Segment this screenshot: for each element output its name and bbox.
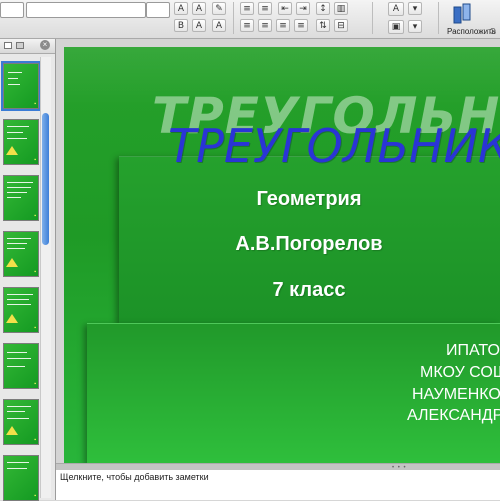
text-direction-icon[interactable]: ⇅ <box>316 19 330 32</box>
increase-indent-icon[interactable]: ⇥ <box>296 2 310 15</box>
slide-editing-area: Геометрия А.В.Погорелов 7 класс ИПАТОВС … <box>56 39 500 463</box>
credit-line-3[interactable]: НАУМЕНКО Н <box>412 386 500 404</box>
thumbnail-triangle-icon <box>6 314 18 323</box>
bold-icon[interactable]: B <box>174 19 188 32</box>
slide-thumbnail[interactable]: ▪ <box>3 287 39 333</box>
text-box-icon[interactable]: A <box>388 2 404 16</box>
bullets-icon[interactable]: ≡ <box>240 2 254 15</box>
align-center-icon[interactable]: ≡ <box>258 19 272 32</box>
decrease-indent-icon[interactable]: ⇤ <box>278 2 292 15</box>
grade-text[interactable]: 7 класс <box>119 279 499 302</box>
highlight-icon[interactable]: A <box>212 19 226 32</box>
slide-thumbnail[interactable]: ▪ <box>3 399 39 445</box>
decrease-font-icon[interactable]: A <box>192 2 206 15</box>
clear-format-icon[interactable]: ✎ <box>212 2 226 15</box>
slide-thumbnail[interactable]: ▪ <box>3 175 39 221</box>
align-right-icon[interactable]: ≡ <box>276 19 290 32</box>
pane-tabs: × <box>0 39 55 54</box>
credit-line-2[interactable]: МКОУ СОШ № <box>420 364 500 382</box>
numbering-icon[interactable]: ≡ <box>258 2 272 15</box>
columns-icon[interactable]: ▥ <box>334 2 348 15</box>
subject-text[interactable]: Геометрия <box>119 188 499 211</box>
author-text[interactable]: А.В.Погорелов <box>119 233 499 256</box>
current-slide[interactable]: Геометрия А.В.Погорелов 7 класс ИПАТОВС … <box>64 47 500 463</box>
ribbon-more-label[interactable]: Э <box>490 27 496 36</box>
justify-icon[interactable]: ≡ <box>294 19 308 32</box>
slide-thumbnail[interactable]: ▪ <box>3 343 39 389</box>
font-size-field[interactable] <box>146 2 170 18</box>
text-color-icon[interactable]: A <box>192 19 206 32</box>
align-left-icon[interactable]: ≡ <box>240 19 254 32</box>
scroll-thumb[interactable] <box>42 113 49 245</box>
subtitle-panel: Геометрия А.В.Погорелов 7 класс <box>119 156 500 324</box>
slide-thumbnail[interactable]: ▪ <box>1 61 41 111</box>
slide-thumbnail[interactable]: ▪ <box>3 455 39 501</box>
align-text-icon[interactable]: ⊟ <box>334 19 348 32</box>
shapes-dropdown-icon[interactable]: ▾ <box>408 20 422 33</box>
thumbnail-triangle-icon <box>6 258 18 267</box>
arrange-icon[interactable] <box>452 3 472 25</box>
slides-tab-icon[interactable] <box>4 42 12 49</box>
slide-thumbnail[interactable]: ▪ <box>3 119 39 165</box>
credit-line-1[interactable]: ИПАТОВС <box>446 342 500 360</box>
font-name-field[interactable] <box>26 2 146 18</box>
arrange-button-label[interactable]: Расположить <box>447 27 496 36</box>
outline-tab-icon[interactable] <box>16 42 24 49</box>
close-icon[interactable]: × <box>40 40 50 50</box>
line-spacing-icon[interactable]: ↕ <box>316 2 330 15</box>
notes-placeholder[interactable]: Щелкните, чтобы добавить заметки <box>60 472 209 482</box>
shapes-icon[interactable]: ▣ <box>388 20 404 34</box>
increase-font-icon[interactable]: A <box>174 2 188 15</box>
slide-title[interactable]: ТРЕУГОЛЬНИК <box>168 119 500 173</box>
slide-thumbnail[interactable]: ▪ <box>3 231 39 277</box>
notes-pane[interactable]: Щелкните, чтобы добавить заметки <box>56 470 500 500</box>
credit-line-4[interactable]: АЛЕКСАНДРО <box>407 407 500 425</box>
thumbnail-triangle-icon <box>6 146 18 155</box>
dropdown-arrow-icon[interactable]: ▾ <box>408 2 422 15</box>
thumbnail-triangle-icon <box>6 426 18 435</box>
slides-pane: × ▪ ▪ ▪ ▪ ▪ ▪ ▪ ▪ <box>0 39 56 501</box>
font-size-field-left[interactable] <box>0 2 24 18</box>
slides-scrollbar[interactable] <box>40 57 51 498</box>
ribbon-toolbar: A A ✎ ≡ ≡ ⇤ ⇥ ↕ ▥ B A A ≡ ≡ ≡ ≡ ⇅ ⊟ A ▾ … <box>0 0 500 39</box>
credits-panel: ИПАТОВС МКОУ СОШ № НАУМЕНКО Н АЛЕКСАНДРО <box>87 323 500 463</box>
